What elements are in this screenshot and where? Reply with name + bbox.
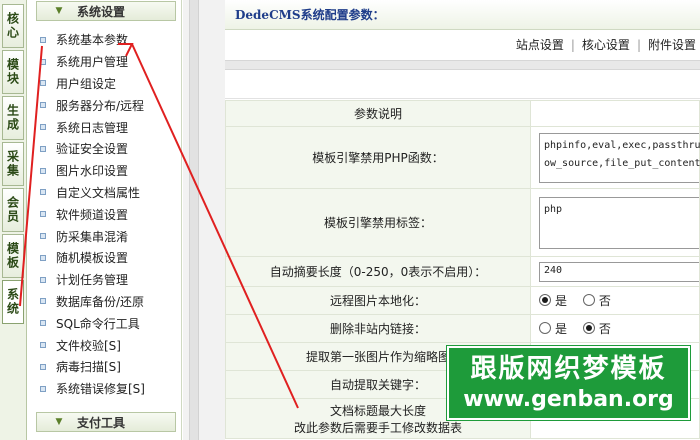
sidebar-item[interactable]: 随机模板设置: [40, 247, 180, 269]
settings-tabs: 站点设置 | 核心设置 | 附件设置: [516, 36, 696, 53]
tab-separator: |: [570, 38, 575, 52]
bullet-icon: [40, 102, 46, 109]
remove-external-links-yes[interactable]: 是: [539, 320, 567, 337]
bullet-icon: [40, 189, 46, 196]
frame-splitter[interactable]: [183, 0, 225, 440]
bullet-icon: [40, 385, 46, 392]
table-row: 模板引擎禁用标签： php: [225, 188, 700, 257]
bullet-icon: [40, 211, 46, 218]
row-label-line2: 改此参数后需要手工修改数据表: [293, 420, 462, 435]
sidebar-item[interactable]: 系统日志管理: [40, 116, 180, 138]
page-title: DedeCMS系统配置参数：: [225, 0, 700, 30]
sidebar-item[interactable]: 系统基本参数: [40, 29, 180, 51]
bullet-icon: [40, 36, 46, 43]
sidebar-item[interactable]: 软件频道设置: [40, 203, 180, 225]
section-title: 系统设置: [77, 4, 126, 19]
sidebar-item[interactable]: 病毒扫描[S]: [40, 356, 180, 378]
table-row: 删除非站内链接： 是 否: [225, 314, 700, 343]
bullet-icon: [40, 363, 46, 370]
bullet-icon: [40, 58, 46, 65]
row-value: 是 否: [530, 314, 700, 343]
sidebar-item[interactable]: 用户组设定: [40, 73, 180, 95]
divider: [225, 60, 700, 70]
section-title: 支付工具: [77, 415, 126, 430]
row-label: 删除非站内链接：: [225, 314, 531, 343]
tab-separator: |: [636, 38, 641, 52]
sidebar-menu: 系统基本参数 系统用户管理 用户组设定 服务器分布/远程 系统日志管理 验证安全…: [40, 29, 180, 400]
bullet-icon: [40, 276, 46, 283]
tab-core-settings[interactable]: 核心设置: [582, 38, 630, 52]
sidebar-item[interactable]: 图片水印设置: [40, 160, 180, 182]
column-header: 参数说明: [225, 100, 531, 127]
vtab-member[interactable]: 会员: [2, 188, 24, 232]
radio-unchecked-icon[interactable]: [582, 294, 595, 307]
vtab-collect[interactable]: 采集: [2, 142, 24, 186]
row-value: phpinfo,eval,exec,passthru, ow_source,fi…: [530, 126, 700, 189]
table-row: 远程图片本地化： 是 否: [225, 286, 700, 315]
sidebar-item[interactable]: 系统错误修复[S]: [40, 378, 180, 400]
chevron-down-icon: ▼: [55, 6, 63, 16]
sidebar-item[interactable]: 服务器分布/远程: [40, 94, 180, 116]
bullet-icon: [40, 342, 46, 349]
row-label: 模板引擎禁用PHP函数：: [225, 126, 531, 189]
sidebar-item[interactable]: 防采集串混淆: [40, 225, 180, 247]
summary-length-input[interactable]: 240: [539, 261, 700, 282]
tab-attachment-settings[interactable]: 附件设置: [648, 38, 696, 52]
vtab-core[interactable]: 核心: [2, 4, 24, 48]
bullet-icon: [40, 298, 46, 305]
row-value: 240: [530, 256, 700, 287]
row-label: 模板引擎禁用标签：: [225, 188, 531, 257]
watermark-line1: 跟版网织梦模板: [470, 354, 667, 384]
row-label: 自动摘要长度（0-250，0表示不启用）：: [225, 256, 531, 287]
sidebar-item[interactable]: 自定义文档属性: [40, 182, 180, 204]
sidebar: ▼ 系统设置 系统基本参数 系统用户管理 用户组设定 服务器分布/远程 系统日志…: [28, 0, 182, 440]
remote-image-no[interactable]: 否: [582, 292, 611, 309]
vertical-tab-column: 核心 模块 生成 采集 会员 模板 系统: [0, 0, 27, 440]
vtab-system[interactable]: 系统: [2, 280, 24, 324]
sidebar-item[interactable]: 验证安全设置: [40, 138, 180, 160]
disabled-tags-textarea[interactable]: php: [539, 196, 700, 249]
bullet-icon: [40, 167, 46, 174]
vtab-generate[interactable]: 生成: [2, 96, 24, 140]
spacer: [225, 71, 700, 99]
table-row: 自动摘要长度（0-250，0表示不启用）： 240: [225, 256, 700, 287]
radio-checked-icon[interactable]: [539, 294, 551, 307]
remote-image-yes[interactable]: 是: [539, 292, 567, 309]
sidebar-item[interactable]: 文件校验[S]: [40, 334, 180, 356]
radio-checked-icon[interactable]: [582, 322, 595, 335]
sidebar-item[interactable]: 系统用户管理: [40, 51, 180, 73]
sidebar-item[interactable]: 计划任务管理: [40, 269, 180, 291]
bullet-icon: [40, 124, 46, 131]
table-header-row: 参数说明: [225, 100, 700, 127]
sidebar-item[interactable]: SQL命令行工具: [40, 312, 180, 334]
watermark-line2: www.genban.org: [463, 387, 674, 412]
bullet-icon: [40, 80, 46, 87]
remove-external-links-no[interactable]: 否: [582, 320, 611, 337]
sidebar-item[interactable]: 数据库备份/还原: [40, 291, 180, 313]
vtab-module[interactable]: 模块: [2, 50, 24, 94]
tab-site-settings[interactable]: 站点设置: [516, 38, 564, 52]
bullet-icon: [40, 145, 46, 152]
bullet-icon: [40, 233, 46, 240]
radio-unchecked-icon[interactable]: [539, 322, 551, 335]
chevron-down-icon: ▼: [55, 417, 63, 427]
vtab-template[interactable]: 模板: [2, 234, 24, 278]
bullet-icon: [40, 320, 46, 327]
scrollbar-track[interactable]: [189, 0, 199, 440]
section-header-system-settings[interactable]: ▼ 系统设置: [36, 1, 176, 21]
table-row: 模板引擎禁用PHP函数： phpinfo,eval,exec,passthru,…: [225, 126, 700, 189]
bullet-icon: [40, 254, 46, 261]
watermark-badge: 跟版网织梦模板 www.genban.org: [447, 346, 690, 420]
row-value: 是 否: [530, 286, 700, 315]
row-value: php: [530, 188, 700, 257]
column-header-value: [530, 100, 700, 127]
row-label: 远程图片本地化：: [225, 286, 531, 315]
disabled-php-functions-textarea[interactable]: phpinfo,eval,exec,passthru, ow_source,fi…: [539, 132, 700, 183]
section-header-payment-tools[interactable]: ▼ 支付工具: [36, 412, 176, 432]
